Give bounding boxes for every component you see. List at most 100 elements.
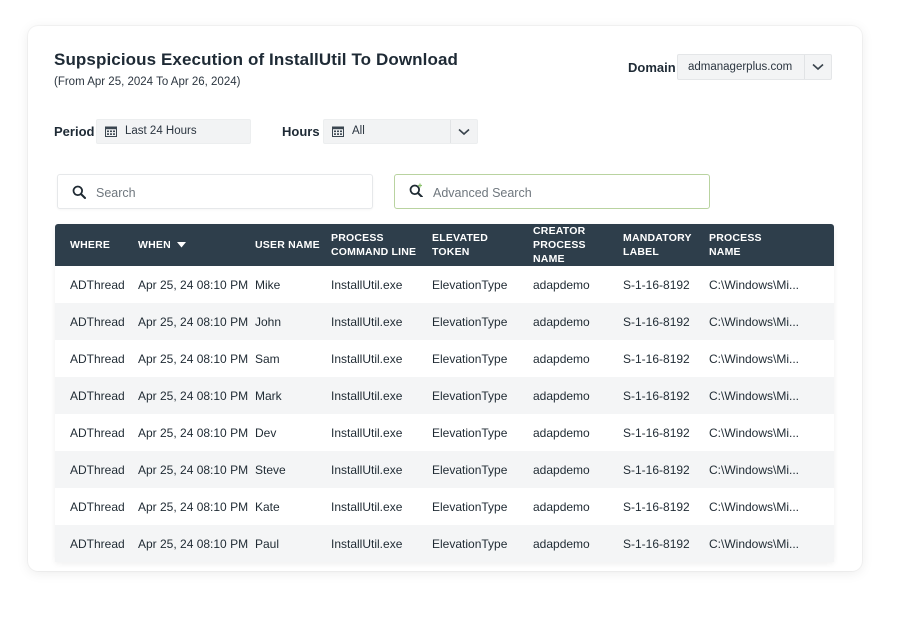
period-value: Last 24 Hours: [125, 125, 197, 137]
cell-mandatory-label: S-1-16-8192: [623, 451, 709, 488]
table-row[interactable]: ADThread Apr 25, 24 08:10 PM Dev InstallUti…: [55, 414, 834, 451]
cell-creator-process-name: adapdemo: [533, 414, 623, 451]
cell-process-name: C:\Windows\Mi...: [709, 266, 834, 303]
cell-creator-process-name: adapdemo: [533, 525, 623, 562]
search-input[interactable]: [94, 182, 358, 204]
cell-where: ADThread: [55, 525, 138, 562]
report-date-range: (From Apr 25, 2024 To Apr 26, 2024): [54, 76, 241, 88]
calendar-icon: [332, 126, 344, 137]
hours-value: All: [352, 125, 365, 137]
cell-process-name: C:\Windows\Mi...: [709, 377, 834, 414]
table-header-row: WHERE WHEN USER NAME PROCESS COMMAND LINE…: [55, 224, 834, 266]
cell-when: Apr 25, 24 08:10 PM: [138, 414, 255, 451]
cell-user-name: Sam: [255, 340, 331, 377]
table-row[interactable]: ADThread Apr 25, 24 08:10 PM Sam InstallUti…: [55, 340, 834, 377]
cell-mandatory-label: S-1-16-8192: [623, 377, 709, 414]
table-row[interactable]: ADThread Apr 25, 24 08:10 PM John InstallUt…: [55, 303, 834, 340]
cell-elevated-token: ElevationType: [432, 303, 533, 340]
cell-process-command-line: InstallUtil.exe: [331, 377, 432, 414]
cell-process-name: C:\Windows\Mi...: [709, 488, 834, 525]
cell-when: Apr 25, 24 08:10 PM: [138, 525, 255, 562]
column-header-mandatory-label[interactable]: MANDATORY LABEL: [623, 224, 709, 266]
cell-process-name: C:\Windows\Mi...: [709, 340, 834, 377]
cell-mandatory-label: S-1-16-8192: [623, 266, 709, 303]
table-row[interactable]: ADThread Apr 25, 24 08:10 PM Steve InstallU…: [55, 451, 834, 488]
cell-user-name: John: [255, 303, 331, 340]
chevron-down-icon[interactable]: [804, 55, 831, 79]
cell-elevated-token: ElevationType: [432, 525, 533, 562]
cell-user-name: Mike: [255, 266, 331, 303]
cell-elevated-token: ElevationType: [432, 377, 533, 414]
domain-label: Domain: [628, 60, 676, 75]
table-row[interactable]: ADThread Apr 25, 24 08:10 PM Paul InstallUt…: [55, 525, 834, 562]
cell-creator-process-name: adapdemo: [533, 488, 623, 525]
cell-mandatory-label: S-1-16-8192: [623, 525, 709, 562]
cell-process-name: C:\Windows\Mi...: [709, 414, 834, 451]
column-header-creator-process-name[interactable]: CREATOR PROCESS NAME: [533, 224, 623, 266]
cell-where: ADThread: [55, 340, 138, 377]
column-header-when[interactable]: WHEN: [138, 224, 255, 266]
cell-creator-process-name: adapdemo: [533, 303, 623, 340]
cell-mandatory-label: S-1-16-8192: [623, 340, 709, 377]
cell-process-command-line: InstallUtil.exe: [331, 266, 432, 303]
table-row[interactable]: ADThread Apr 25, 24 08:10 PM Mark InstallUt…: [55, 377, 834, 414]
cell-user-name: Paul: [255, 525, 331, 562]
column-header-process-command-line[interactable]: PROCESS COMMAND LINE: [331, 224, 432, 266]
search-icon: [72, 185, 86, 199]
cell-user-name: Kate: [255, 488, 331, 525]
column-header-user-name[interactable]: USER NAME: [255, 224, 331, 266]
cell-when: Apr 25, 24 08:10 PM: [138, 340, 255, 377]
cell-when: Apr 25, 24 08:10 PM: [138, 303, 255, 340]
cell-process-name: C:\Windows\Mi...: [709, 303, 834, 340]
cell-creator-process-name: adapdemo: [533, 451, 623, 488]
table-row[interactable]: ADThread Apr 25, 24 08:10 PM Mike InstallUt…: [55, 266, 834, 303]
period-select[interactable]: Last 24 Hours: [96, 119, 251, 144]
column-header-process-name[interactable]: PROCESS NAME: [709, 224, 834, 266]
cell-elevated-token: ElevationType: [432, 340, 533, 377]
cell-user-name: Dev: [255, 414, 331, 451]
hours-label: Hours: [282, 124, 320, 139]
cell-process-name: C:\Windows\Mi...: [709, 525, 834, 562]
cell-creator-process-name: adapdemo: [533, 266, 623, 303]
column-header-elevated-token[interactable]: ELEVATED TOKEN: [432, 224, 533, 266]
cell-elevated-token: ElevationType: [432, 488, 533, 525]
cell-process-command-line: InstallUtil.exe: [331, 303, 432, 340]
sort-down-icon[interactable]: [176, 242, 186, 248]
cell-elevated-token: ElevationType: [432, 414, 533, 451]
calendar-icon: [105, 126, 117, 137]
chevron-down-icon[interactable]: [450, 120, 477, 143]
column-header-where[interactable]: WHERE: [55, 224, 138, 266]
cell-process-command-line: InstallUtil.exe: [331, 414, 432, 451]
report-title: Supspicious Execution of InstallUtil To …: [54, 50, 459, 69]
cell-when: Apr 25, 24 08:10 PM: [138, 488, 255, 525]
advanced-search-icon: [409, 183, 423, 197]
cell-creator-process-name: adapdemo: [533, 340, 623, 377]
search-box[interactable]: [57, 174, 373, 209]
period-label: Period: [54, 124, 95, 139]
cell-when: Apr 25, 24 08:10 PM: [138, 377, 255, 414]
results-table: WHERE WHEN USER NAME PROCESS COMMAND LINE…: [55, 224, 834, 562]
domain-select[interactable]: admanagerplus.com: [677, 54, 832, 80]
cell-where: ADThread: [55, 488, 138, 525]
cell-where: ADThread: [55, 303, 138, 340]
cell-mandatory-label: S-1-16-8192: [623, 414, 709, 451]
domain-value: admanagerplus.com: [688, 61, 793, 73]
cell-process-command-line: InstallUtil.exe: [331, 525, 432, 562]
cell-where: ADThread: [55, 266, 138, 303]
hours-select[interactable]: All: [323, 119, 478, 144]
cell-where: ADThread: [55, 414, 138, 451]
advanced-search-box[interactable]: [394, 174, 710, 209]
cell-mandatory-label: S-1-16-8192: [623, 488, 709, 525]
cell-when: Apr 25, 24 08:10 PM: [138, 451, 255, 488]
cell-process-command-line: InstallUtil.exe: [331, 340, 432, 377]
cell-user-name: Steve: [255, 451, 331, 488]
cell-where: ADThread: [55, 451, 138, 488]
cell-elevated-token: ElevationType: [432, 266, 533, 303]
cell-where: ADThread: [55, 377, 138, 414]
cell-process-command-line: InstallUtil.exe: [331, 488, 432, 525]
advanced-search-input[interactable]: [431, 182, 695, 204]
cell-user-name: Mark: [255, 377, 331, 414]
table-row[interactable]: ADThread Apr 25, 24 08:10 PM Kate InstallUt…: [55, 488, 834, 525]
cell-process-name: C:\Windows\Mi...: [709, 451, 834, 488]
cell-process-command-line: InstallUtil.exe: [331, 451, 432, 488]
